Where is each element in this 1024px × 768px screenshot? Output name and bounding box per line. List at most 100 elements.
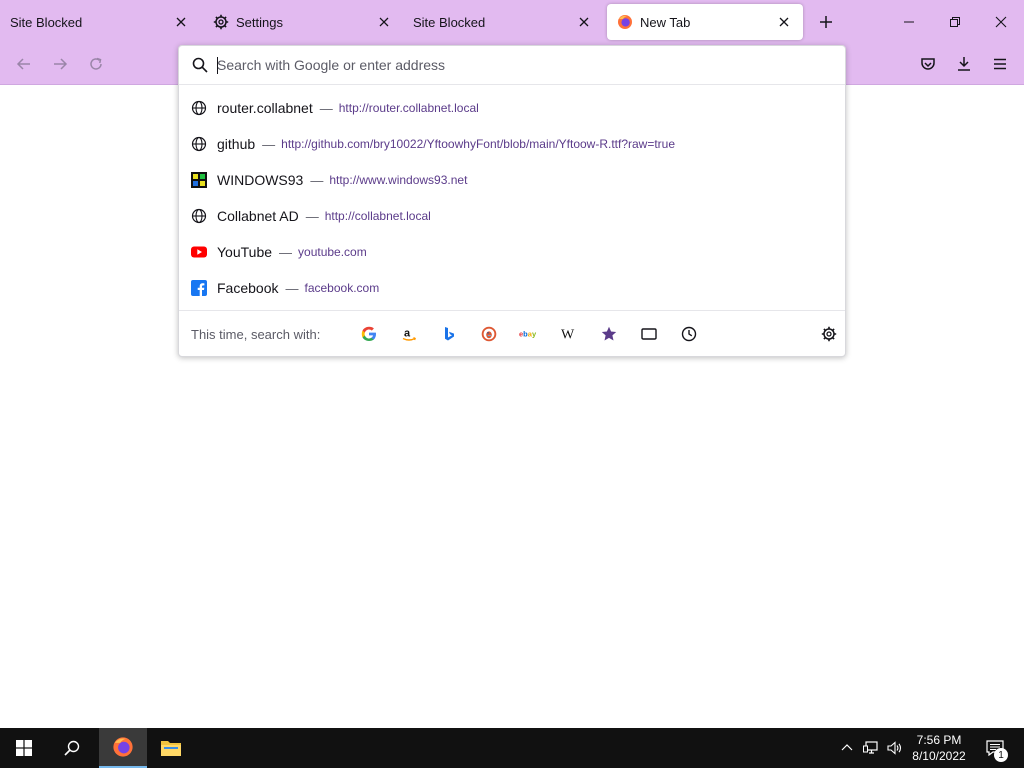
reload-icon (90, 57, 102, 70)
back-button[interactable] (10, 50, 38, 78)
speaker-icon (887, 741, 902, 755)
downloads-button[interactable] (950, 50, 978, 78)
result-item[interactable]: YouTube — youtube.com (179, 234, 845, 270)
clock[interactable]: 7:56 PM 8/10/2022 (904, 728, 974, 768)
result-title: WINDOWS93 (217, 172, 304, 188)
tab-site-blocked-2[interactable]: Site Blocked (403, 4, 603, 40)
show-hidden-icons-button[interactable] (836, 728, 858, 768)
plus-icon (820, 16, 832, 28)
result-title: YouTube (217, 244, 273, 260)
taskbar: 7:56 PM 8/10/2022 1 (0, 728, 1024, 768)
result-url: http://collabnet.local (324, 209, 431, 223)
tab-label: New Tab (640, 14, 691, 30)
tabs-icon[interactable] (629, 319, 669, 349)
folder-icon (161, 741, 181, 756)
firefox-icon (617, 14, 633, 30)
duckduckgo-icon[interactable] (469, 319, 509, 349)
search-settings-button[interactable] (815, 320, 843, 348)
new-tab-button[interactable] (812, 8, 840, 36)
result-title: router.collabnet (217, 100, 313, 116)
result-item[interactable]: Collabnet AD — http://collabnet.local (179, 198, 845, 234)
clock-date: 8/10/2022 (912, 749, 966, 763)
result-item[interactable]: router.collabnet — http://router.collabn… (179, 90, 845, 126)
one-off-search-row: This time, search with: a ebay W (179, 310, 845, 357)
restore-icon (950, 17, 960, 27)
result-separator: — (262, 136, 276, 152)
tab-label: Site Blocked (413, 14, 486, 30)
forward-button[interactable] (46, 50, 74, 78)
urlbar-popup: router.collabnet — http://router.collabn… (178, 45, 846, 357)
result-url: youtube.com (298, 245, 367, 259)
search-icon (64, 740, 80, 756)
gear-icon (821, 326, 837, 342)
chevron-up-icon (841, 744, 853, 751)
result-item[interactable]: WINDOWS93 — http://www.windows93.net (179, 162, 845, 198)
close-icon (995, 16, 1007, 28)
result-item[interactable]: github — http://github.com/bry10022/Yfto… (179, 126, 845, 162)
globe-icon (191, 136, 207, 152)
result-title: github (217, 136, 256, 152)
urlbar-results: router.collabnet — http://router.collabn… (179, 90, 845, 306)
amazon-icon[interactable]: a (389, 319, 429, 349)
close-icon[interactable] (375, 13, 393, 31)
pocket-icon (921, 58, 935, 70)
clock-time: 7:56 PM (916, 733, 962, 747)
facebook-icon (191, 280, 207, 296)
action-center-button[interactable]: 1 (980, 728, 1010, 768)
tab-new-tab[interactable]: New Tab (607, 4, 803, 40)
taskbar-search-button[interactable] (48, 728, 96, 768)
volume-button[interactable] (884, 728, 906, 768)
restore-button[interactable] (932, 0, 978, 44)
windows-logo-icon (16, 740, 32, 756)
result-separator: — (279, 244, 293, 260)
ebay-icon[interactable]: ebay (509, 319, 549, 349)
globe-icon (191, 208, 207, 224)
firefox-icon (113, 737, 133, 757)
download-icon (958, 57, 970, 71)
result-separator: — (305, 208, 319, 224)
arrow-right-icon (54, 58, 68, 70)
google-icon[interactable] (349, 319, 389, 349)
one-off-label: This time, search with: (191, 326, 321, 342)
address-input[interactable] (217, 57, 817, 73)
network-button[interactable] (860, 728, 882, 768)
gear-icon (213, 14, 229, 30)
result-separator: — (285, 280, 299, 296)
result-separator: — (310, 172, 324, 188)
network-icon (863, 741, 878, 754)
bookmarks-star-icon[interactable] (589, 319, 629, 349)
svg-text:W: W (561, 328, 575, 343)
urlbar-input-row (179, 46, 845, 85)
result-url: facebook.com (304, 281, 380, 295)
window-close-button[interactable] (978, 0, 1024, 44)
svg-text:ebay: ebay (519, 330, 537, 339)
hamburger-icon (994, 58, 1006, 70)
minimize-icon (904, 21, 914, 23)
notification-count-badge: 1 (994, 748, 1008, 762)
tab-settings[interactable]: Settings (203, 4, 403, 40)
taskbar-firefox-button[interactable] (99, 728, 147, 768)
menu-button[interactable] (986, 50, 1014, 78)
pocket-button[interactable] (914, 50, 942, 78)
history-icon[interactable] (669, 319, 709, 349)
tab-label: Settings (236, 14, 283, 30)
result-url: http://router.collabnet.local (338, 101, 479, 115)
start-button[interactable] (0, 728, 48, 768)
tab-site-blocked-1[interactable]: Site Blocked (0, 4, 200, 40)
minimize-button[interactable] (886, 0, 932, 44)
bing-icon[interactable] (429, 319, 469, 349)
result-url: http://github.com/bry10022/YftoowhyFont/… (281, 137, 676, 151)
windows93-icon (191, 172, 207, 188)
tab-strip: Site Blocked Settings Site Blocked New T… (0, 0, 1024, 44)
taskbar-file-explorer-button[interactable] (147, 728, 195, 768)
result-item[interactable]: Facebook — facebook.com (179, 270, 845, 306)
result-title: Collabnet AD (217, 208, 299, 224)
close-icon[interactable] (775, 13, 793, 31)
wikipedia-icon[interactable]: W (549, 319, 589, 349)
close-icon[interactable] (575, 13, 593, 31)
reload-button[interactable] (82, 50, 110, 78)
search-icon (192, 57, 208, 73)
arrow-left-icon (16, 58, 30, 70)
result-url: http://www.windows93.net (329, 173, 468, 187)
close-icon[interactable] (172, 13, 190, 31)
